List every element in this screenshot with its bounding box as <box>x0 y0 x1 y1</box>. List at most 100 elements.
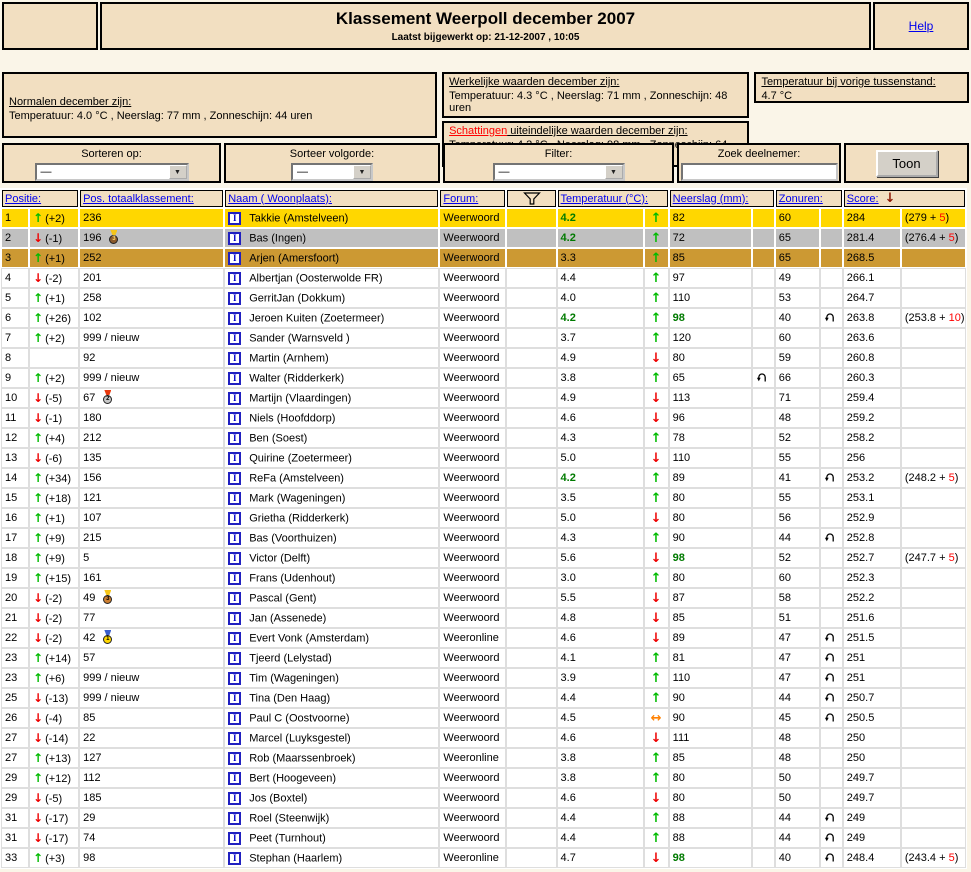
trend-up-icon: ↑ <box>650 430 662 446</box>
position-down-icon: ↓ <box>33 391 44 405</box>
profile-icon[interactable]: I <box>228 431 242 445</box>
trend-up-icon: ↑ <box>650 690 662 706</box>
profile-icon[interactable]: I <box>228 611 242 625</box>
profile-icon[interactable]: I <box>228 351 242 365</box>
participant-name: Bas (Ingen) <box>249 231 307 244</box>
position-cell: 11 <box>2 409 29 427</box>
position-change-cell: ↓ (-1) <box>30 409 79 427</box>
search-input[interactable] <box>680 163 838 181</box>
col-header-pos-totaal[interactable]: Pos. totaalklassement: <box>80 190 224 207</box>
help-box: Help <box>873 2 969 50</box>
profile-icon[interactable]: I <box>228 371 242 385</box>
profile-icon[interactable]: I <box>228 231 242 245</box>
chevron-down-icon[interactable]: ▼ <box>353 165 371 179</box>
profile-icon[interactable]: I <box>228 731 242 745</box>
profile-icon[interactable]: I <box>228 691 242 705</box>
col-header-neerslag[interactable]: Neerslag (mm): <box>669 190 774 207</box>
participant-name: Tjeerd (Lelystad) <box>249 651 332 664</box>
precipitation-revised-cell <box>752 389 774 407</box>
position-change-cell: ↑ (+1) <box>30 249 79 267</box>
precipitation-revised-cell <box>752 629 774 647</box>
actual-values-column: Werkelijke waarden december zijn: Temper… <box>442 72 750 167</box>
sun-hours-cell: 47 <box>775 649 819 667</box>
profile-icon[interactable]: I <box>228 211 242 225</box>
profile-icon[interactable]: I <box>228 511 242 525</box>
sun-hours-revised-cell <box>820 409 842 427</box>
sort-select[interactable]: — ▼ <box>34 163 189 181</box>
participant-name: Stephan (Haarlem) <box>249 851 343 864</box>
profile-icon[interactable]: I <box>228 291 242 305</box>
profile-icon[interactable]: I <box>228 311 242 325</box>
profile-icon[interactable]: I <box>228 711 242 725</box>
trend-down-icon: ↓ <box>650 850 662 866</box>
filter-funnel-header[interactable] <box>507 190 556 207</box>
profile-icon[interactable]: I <box>228 531 242 545</box>
profile-icon[interactable]: I <box>228 251 242 265</box>
profile-icon[interactable]: I <box>228 391 242 405</box>
sun-hours-revised-cell <box>820 829 842 847</box>
sort-order-select[interactable]: — ▼ <box>291 163 373 181</box>
col-header-positie[interactable]: Positie: <box>2 190 79 207</box>
position-up-icon: ↑ <box>33 551 44 565</box>
profile-icon[interactable]: I <box>228 651 242 665</box>
sun-hours-cell: 55 <box>775 489 819 507</box>
precipitation-cell: 98 <box>669 549 751 567</box>
trend-up-icon: ↑ <box>650 650 662 666</box>
previous-standing-heading: Temperatuur bij vorige tussenstand: <box>761 76 936 88</box>
profile-icon[interactable]: I <box>228 671 242 685</box>
profile-icon[interactable]: I <box>228 591 242 605</box>
profile-icon[interactable]: I <box>228 851 242 865</box>
table-row: 14 ↑ (+34) 156 I ReFa (Amstelveen) Weerwoord 4.… <box>2 469 965 487</box>
chevron-down-icon[interactable]: ▼ <box>604 165 623 179</box>
forum-cell: Weerwoord <box>440 209 506 227</box>
precipitation-cell: 81 <box>669 649 751 667</box>
precipitation-cell: 80 <box>669 789 751 807</box>
col-header-forum[interactable]: Forum: <box>440 190 506 207</box>
profile-icon[interactable]: I <box>228 411 242 425</box>
sun-hours-revised-cell <box>820 689 842 707</box>
profile-icon[interactable]: I <box>228 331 242 345</box>
profile-icon[interactable]: I <box>228 791 242 805</box>
profile-icon[interactable]: I <box>228 771 242 785</box>
table-row: 4 ↓ (-2) 201 I Albertjan (Oosterwolde FR) Weer… <box>2 269 965 287</box>
filter-select[interactable]: — ▼ <box>492 163 625 181</box>
profile-icon[interactable]: I <box>228 271 242 285</box>
chevron-down-icon[interactable]: ▼ <box>168 165 187 179</box>
funnel-spacer-cell <box>507 389 556 407</box>
position-change-cell: ↑ (+4) <box>30 429 79 447</box>
profile-icon[interactable]: I <box>228 751 242 765</box>
name-cell: I Arjen (Amersfoort) <box>225 249 439 267</box>
temperature-trend-cell: ↑ <box>644 369 668 387</box>
precipitation-revised-cell <box>752 249 774 267</box>
table-row: 18 ↑ (+9) 5 I Victor (Delft) Weerwoord 5.6 ↓ 98 52… <box>2 549 965 567</box>
score-cell: 250 <box>843 729 900 747</box>
col-header-temperatuur[interactable]: Temperatuur (°C): <box>557 190 668 207</box>
table-row: 20 ↓ (-2) 49 3 I Pascal (Gent) Weerwoord 5.5 ↓ 87 5… <box>2 589 965 607</box>
profile-icon[interactable]: I <box>228 571 242 585</box>
profile-icon[interactable]: I <box>228 471 242 485</box>
precipitation-revised-cell <box>752 289 774 307</box>
sun-hours-revised-cell <box>820 649 842 667</box>
profile-icon[interactable]: I <box>228 451 242 465</box>
profile-icon[interactable]: I <box>228 551 242 565</box>
overall-position-cell: 236 <box>80 209 224 227</box>
funnel-spacer-cell <box>507 729 556 747</box>
show-button[interactable]: Toon <box>875 149 938 177</box>
position-cell: 26 <box>2 709 29 727</box>
col-header-score[interactable]: Score: ↓ <box>843 190 965 207</box>
precipitation-revised-cell <box>752 549 774 567</box>
name-cell: I Quirine (Zoetermeer) <box>225 449 439 467</box>
profile-icon[interactable]: I <box>228 831 242 845</box>
position-change-value: (-2) <box>45 633 63 645</box>
profile-icon[interactable]: I <box>228 491 242 505</box>
profile-icon[interactable]: I <box>228 811 242 825</box>
position-cell: 29 <box>2 769 29 787</box>
col-header-zonuren[interactable]: Zonuren: <box>775 190 842 207</box>
table-row: 26 ↓ (-4) 85 I Paul C (Oostvoorne) Weerwoord 4.… <box>2 709 965 727</box>
profile-icon[interactable]: I <box>228 631 242 645</box>
score-bonus-value: 5 <box>948 472 955 484</box>
score-bonus-cell <box>901 509 965 527</box>
col-header-naam[interactable]: Naam ( Woonplaats): <box>225 190 439 207</box>
overall-position-cell: 112 <box>80 769 224 787</box>
help-link[interactable]: Help <box>909 19 934 33</box>
